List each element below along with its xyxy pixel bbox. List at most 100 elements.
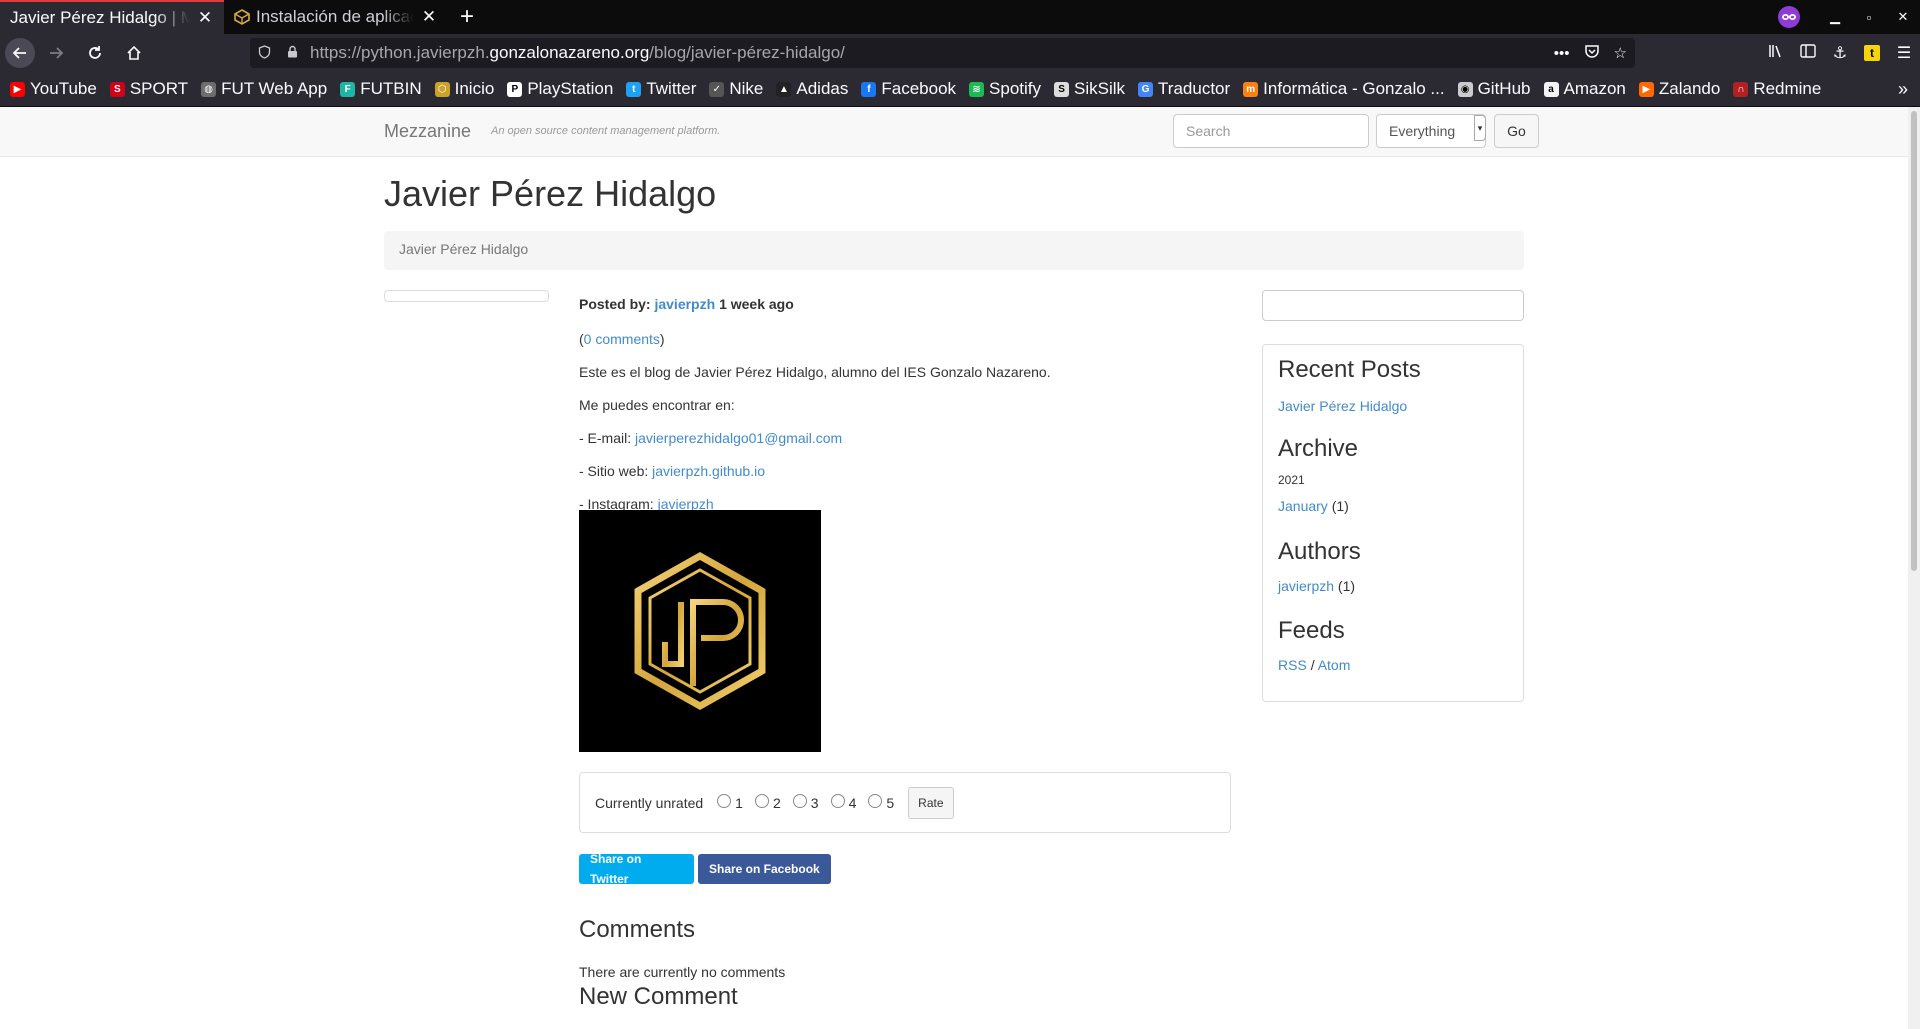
archive-year: 2021 <box>1278 473 1305 487</box>
bookmark-label: Traductor <box>1158 79 1231 98</box>
bookmark-facebook[interactable]: f Facebook <box>861 79 956 99</box>
translate-icon: G <box>1138 81 1154 97</box>
bookmark-sport[interactable]: S SPORT <box>109 79 188 99</box>
toolbar-right: ⚓ t ☰ <box>1760 34 1920 72</box>
bookmark-playstation[interactable]: P PlayStation <box>507 79 613 99</box>
page-title: Javier Pérez Hidalgo <box>384 173 717 214</box>
home-icon[interactable] <box>116 38 152 68</box>
close-tab-icon[interactable]: ✕ <box>196 8 214 28</box>
radio-circle[interactable] <box>830 793 845 808</box>
tab-inactive[interactable]: Instalación de aplicaciones web python ✕ <box>224 0 448 34</box>
email-line: - E-mail: javierperezhidalgo01@gmail.com <box>579 428 842 448</box>
page-scrollbar[interactable] <box>1908 107 1920 1029</box>
bookmark-adidas[interactable]: ▲ Adidas <box>776 79 848 99</box>
siksilk-icon: S <box>1054 81 1070 97</box>
extension-yellow-icon[interactable]: t <box>1856 44 1888 62</box>
email-link[interactable]: javierperezhidalgo01@gmail.com <box>635 430 842 446</box>
bookmark-futbin[interactable]: F FUTBIN <box>340 79 422 99</box>
bookmark-youtube[interactable]: ▶ YouTube <box>10 79 97 99</box>
zalando-icon: ▶ <box>1638 81 1654 97</box>
scrollbar-thumb[interactable] <box>1911 111 1917 571</box>
sidebar-search-box[interactable] <box>1262 290 1524 321</box>
recent-post-link[interactable]: Javier Pérez Hidalgo <box>1278 398 1407 414</box>
post-meta: Posted by: javierpzh 1 week ago <box>579 294 794 314</box>
radio-circle[interactable] <box>792 793 807 808</box>
radio-circle[interactable] <box>868 793 883 808</box>
feeds-heading: Feeds <box>1278 617 1345 644</box>
atom-link[interactable]: Atom <box>1318 657 1351 673</box>
rating-option-1[interactable]: 1 <box>717 793 743 813</box>
forward-arrow-icon[interactable] <box>38 38 74 68</box>
bookmark-label: Adidas <box>796 79 849 98</box>
rating-option-2[interactable]: 2 <box>754 793 781 813</box>
lock-icon[interactable] <box>278 45 306 61</box>
maximize-icon[interactable]: ▫ <box>1852 10 1886 25</box>
rate-button[interactable]: Rate <box>908 786 954 819</box>
address-bar[interactable]: https://python.javierpzh.gonzalonazareno… <box>250 38 1635 68</box>
site-brand[interactable]: Mezzanine <box>384 121 471 142</box>
author-link[interactable]: javierpzh <box>1278 578 1334 594</box>
bookmark-github[interactable]: ◉ GitHub <box>1457 79 1531 99</box>
archive-month-link[interactable]: January <box>1278 498 1328 514</box>
archive-month-line: January (1) <box>1278 498 1349 514</box>
pocket-icon[interactable] <box>1584 44 1600 63</box>
post-time: 1 week ago <box>719 296 794 312</box>
chevron-down-icon[interactable]: ▾ <box>1474 115 1486 141</box>
bookmark-siksilk[interactable]: S SikSilk <box>1054 79 1125 99</box>
bookmark-cube[interactable]: ⬡ Inicio <box>434 79 495 99</box>
radio-circle[interactable] <box>754 793 769 808</box>
page-actions-icon[interactable]: ••• <box>1554 45 1570 62</box>
bookmark-moodle[interactable]: m Informática - Gonzalo ... <box>1243 79 1445 99</box>
cube-icon: ⬡ <box>434 81 450 97</box>
library-icon[interactable] <box>1760 44 1792 63</box>
rating-option-label: 4 <box>848 794 857 811</box>
menu-icon[interactable]: ☰ <box>1888 43 1920 63</box>
bookmark-twitter[interactable]: t Twitter <box>626 79 696 99</box>
extension-anchor-icon[interactable]: ⚓ <box>1824 43 1856 63</box>
close-tab-icon[interactable]: ✕ <box>420 7 438 27</box>
web-page: Mezzanine An open source content managem… <box>0 107 1920 1029</box>
radio-circle[interactable] <box>717 793 732 808</box>
sidebar-icon[interactable] <box>1792 43 1824 63</box>
back-arrow-icon[interactable] <box>5 38 35 68</box>
bookmark-nike[interactable]: ✓ Nike <box>709 79 763 99</box>
website-link[interactable]: javierpzh.github.io <box>652 463 765 479</box>
comments-link[interactable]: 0 comments <box>584 331 660 347</box>
rss-link[interactable]: RSS <box>1278 657 1307 673</box>
bookmark-globe[interactable]: ◍ FUT Web App <box>201 79 327 99</box>
shield-icon[interactable] <box>250 44 278 62</box>
bookmark-label: Inicio <box>454 79 495 98</box>
minimize-icon[interactable]: ▁ <box>1818 9 1852 25</box>
rating-option-5[interactable]: 5 <box>868 793 894 813</box>
tab-active[interactable]: Javier Pérez Hidalgo | Mezzanine ✕ <box>0 0 224 34</box>
search-type-select[interactable]: Everything <box>1376 114 1486 148</box>
authors-heading: Authors <box>1278 538 1361 565</box>
tab-strip: Javier Pérez Hidalgo | Mezzanine ✕ Insta… <box>0 0 1920 34</box>
rating-option-4[interactable]: 4 <box>830 793 857 813</box>
rating-status: Currently unrated <box>595 794 704 811</box>
search-input[interactable] <box>1173 114 1369 148</box>
new-tab-button[interactable]: + <box>448 0 486 34</box>
bookmark-star-icon[interactable]: ☆ <box>1614 44 1627 62</box>
bookmarks-overflow-icon[interactable]: » <box>1898 79 1908 100</box>
find-me-text: Me puedes encontrar en: <box>579 397 735 413</box>
bookmark-label: PlayStation <box>527 79 614 98</box>
bookmark-label: SikSilk <box>1074 79 1126 98</box>
author-link[interactable]: javierpzh <box>654 296 715 312</box>
bookmark-redmine[interactable]: ∩ Redmine <box>1733 79 1821 99</box>
rating-option-3[interactable]: 3 <box>792 793 819 813</box>
bookmark-translate[interactable]: G Traductor <box>1138 79 1230 99</box>
bookmark-zalando[interactable]: ▶ Zalando <box>1638 79 1720 99</box>
close-window-icon[interactable]: ✕ <box>1886 9 1920 25</box>
reload-icon[interactable] <box>77 38 113 68</box>
archive-count: (1) <box>1331 498 1349 514</box>
site-navbar: Mezzanine An open source content managem… <box>0 107 1908 157</box>
author-count: (1) <box>1337 578 1356 594</box>
go-button[interactable]: Go <box>1494 114 1539 148</box>
bookmark-amazon[interactable]: a Amazon <box>1543 79 1626 99</box>
bookmark-label: Facebook <box>881 79 957 98</box>
rating-option-label: 5 <box>886 794 895 811</box>
bookmark-spotify[interactable]: ≋ Spotify <box>969 79 1041 99</box>
share-twitter-button[interactable]: Share on Twitter <box>579 852 694 886</box>
share-facebook-button[interactable]: Share on Facebook <box>698 854 831 884</box>
